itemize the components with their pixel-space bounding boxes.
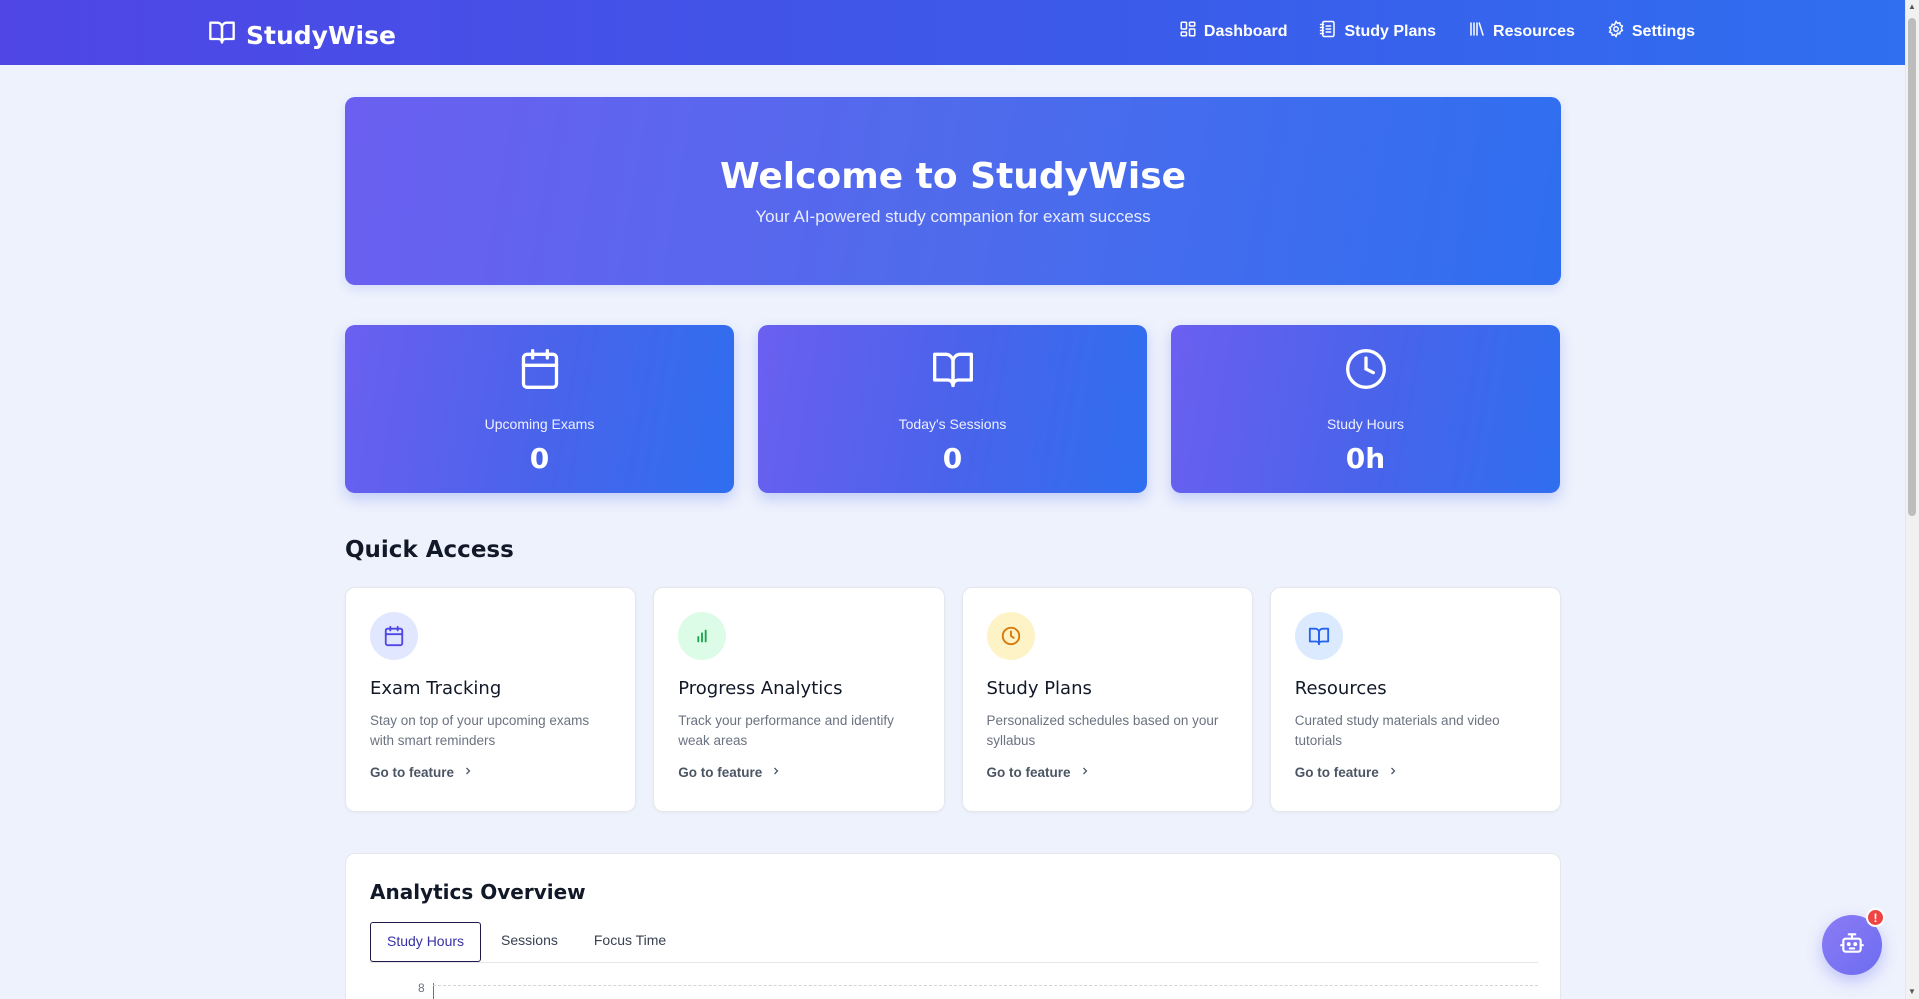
nav-links: Dashboard Study Plans Resources Settings bbox=[1179, 20, 1695, 43]
feature-description: Track your performance and identify weak… bbox=[678, 713, 894, 748]
stats-row: Upcoming Exams 0 Today's Sessions 0 Stud… bbox=[345, 325, 1561, 493]
top-navbar: StudyWise Dashboard Study Plans Resource… bbox=[0, 0, 1905, 65]
y-axis-tick: 8 bbox=[418, 981, 425, 995]
scroll-up-arrow[interactable]: ▲ bbox=[1908, 3, 1916, 11]
book-open-icon bbox=[1294, 612, 1343, 660]
feature-card-exam-tracking[interactable]: Exam Tracking Stay on top of your upcomi… bbox=[345, 587, 637, 812]
feature-title: Study Plans bbox=[986, 678, 1092, 699]
book-open-icon bbox=[931, 325, 975, 396]
stat-value: 0 bbox=[529, 442, 550, 475]
library-icon bbox=[1468, 20, 1486, 43]
notebook-icon bbox=[1319, 20, 1337, 43]
feature-card-resources[interactable]: Resources Curated study materials and vi… bbox=[1269, 587, 1561, 812]
quick-access-cards: Exam Tracking Stay on top of your upcomi… bbox=[345, 587, 1561, 812]
nav-item-label: Settings bbox=[1631, 22, 1695, 40]
feature-title: Progress Analytics bbox=[678, 678, 843, 699]
scroll-down-arrow[interactable]: ▼ bbox=[1908, 988, 1916, 996]
chevron-right-icon bbox=[462, 765, 474, 780]
chevron-right-icon bbox=[1387, 765, 1399, 780]
analytics-title: Analytics Overview bbox=[370, 880, 586, 904]
stat-label: Study Hours bbox=[1326, 416, 1405, 432]
robot-icon bbox=[1839, 930, 1865, 961]
nav-item-study-plans[interactable]: Study Plans bbox=[1319, 20, 1436, 43]
go-to-feature-link[interactable]: Go to feature bbox=[987, 765, 1228, 780]
stat-label: Today's Sessions bbox=[898, 416, 1007, 432]
stat-card-todays-sessions: Today's Sessions 0 bbox=[758, 325, 1147, 493]
hero-title: Welcome to StudyWise bbox=[719, 155, 1187, 197]
scrollbar-thumb[interactable] bbox=[1908, 18, 1916, 516]
gear-icon bbox=[1607, 20, 1625, 43]
go-to-feature-link[interactable]: Go to feature bbox=[678, 765, 919, 780]
link-label: Go to feature bbox=[1294, 765, 1379, 780]
link-label: Go to feature bbox=[370, 765, 455, 780]
nav-item-resources[interactable]: Resources bbox=[1468, 20, 1575, 43]
stat-label: Upcoming Exams bbox=[484, 416, 595, 432]
feature-description: Personalized schedules based on your syl… bbox=[986, 713, 1219, 748]
bar-chart-icon bbox=[678, 612, 727, 660]
chevron-right-icon bbox=[770, 765, 782, 780]
clock-icon bbox=[986, 612, 1035, 660]
analytics-chart: 8 bbox=[370, 963, 1538, 999]
chevron-right-icon bbox=[1079, 765, 1091, 780]
calendar-icon bbox=[370, 612, 418, 660]
quick-access-title: Quick Access bbox=[345, 537, 514, 563]
feature-card-study-plans[interactable]: Study Plans Personalized schedules based… bbox=[961, 587, 1253, 812]
grid-line bbox=[433, 985, 1538, 986]
brand-name: StudyWise bbox=[246, 20, 396, 50]
tab-sessions[interactable]: Sessions bbox=[485, 922, 574, 962]
book-open-icon bbox=[208, 18, 236, 52]
stat-value: 0h bbox=[1345, 442, 1386, 475]
feature-title: Resources bbox=[1294, 678, 1387, 699]
tab-study-hours[interactable]: Study Hours bbox=[370, 922, 482, 962]
nav-item-label: Dashboard bbox=[1203, 22, 1288, 40]
analytics-overview-panel: Analytics Overview Study Hours Sessions … bbox=[345, 853, 1561, 999]
nav-item-label: Resources bbox=[1493, 22, 1575, 40]
page-scrollbar[interactable]: ▲ ▼ bbox=[1905, 0, 1919, 999]
nav-item-settings[interactable]: Settings bbox=[1607, 20, 1695, 43]
stat-value: 0 bbox=[942, 442, 963, 475]
hero-subtitle: Your AI-powered study companion for exam… bbox=[755, 206, 1151, 226]
analytics-tabs: Study Hours Sessions Focus Time bbox=[370, 922, 1538, 963]
stat-card-upcoming-exams: Upcoming Exams 0 bbox=[345, 325, 734, 493]
tab-focus-time[interactable]: Focus Time bbox=[578, 922, 682, 962]
go-to-feature-link[interactable]: Go to feature bbox=[1295, 765, 1536, 780]
feature-description: Stay on top of your upcoming exams with … bbox=[370, 713, 590, 748]
main-content: Welcome to StudyWise Your AI-powered stu… bbox=[345, 97, 1561, 999]
stat-card-study-hours: Study Hours 0h bbox=[1171, 325, 1560, 493]
clock-icon bbox=[1344, 325, 1388, 396]
dashboard-grid-icon bbox=[1179, 20, 1197, 43]
go-to-feature-link[interactable]: Go to feature bbox=[370, 765, 611, 780]
notification-badge: ! bbox=[1866, 908, 1885, 927]
welcome-banner: Welcome to StudyWise Your AI-powered stu… bbox=[345, 97, 1561, 285]
feature-title: Exam Tracking bbox=[370, 678, 502, 699]
nav-item-dashboard[interactable]: Dashboard bbox=[1179, 20, 1288, 43]
feature-description: Curated study materials and video tutori… bbox=[1294, 713, 1500, 748]
link-label: Go to feature bbox=[986, 765, 1071, 780]
link-label: Go to feature bbox=[678, 765, 763, 780]
brand[interactable]: StudyWise bbox=[208, 18, 396, 52]
feature-card-progress-analytics[interactable]: Progress Analytics Track your performanc… bbox=[653, 587, 945, 812]
calendar-icon bbox=[518, 325, 562, 396]
nav-item-label: Study Plans bbox=[1344, 22, 1437, 40]
